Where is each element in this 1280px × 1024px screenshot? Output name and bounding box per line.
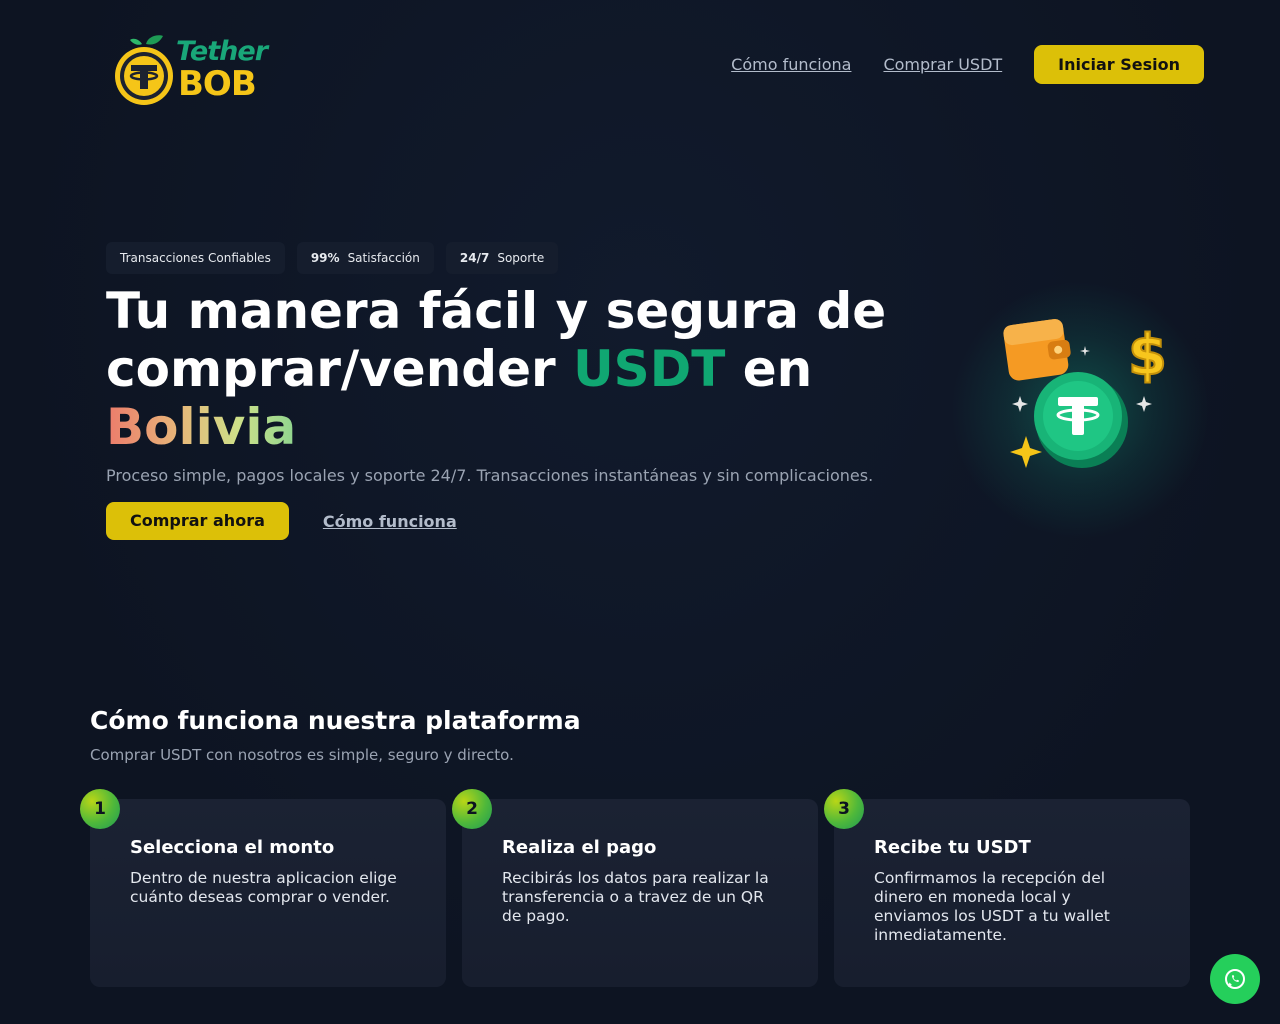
buy-now-button[interactable]: Comprar ahora [106, 502, 289, 540]
top-nav: Cómo funciona Comprar USDT Iniciar Sesio… [731, 45, 1204, 84]
tether-coin-logo-icon [115, 35, 173, 105]
whatsapp-button[interactable] [1210, 954, 1260, 1004]
brand-logo[interactable]: Tether BOB [106, 16, 268, 108]
hero-subtitle: Proceso simple, pagos locales y soporte … [106, 466, 874, 485]
hero-illustration: $ [930, 250, 1230, 550]
steps-list: 1 Selecciona el monto Dentro de nuestra … [80, 789, 1190, 987]
badge-confiables: Transacciones Confiables [106, 242, 285, 274]
nav-link-comprar-usdt[interactable]: Comprar USDT [883, 55, 1002, 74]
badge-text: Satisfacción [347, 251, 420, 265]
brand-line1: Tether [176, 36, 268, 67]
hero-title-part2: en [725, 340, 813, 398]
hero-title: Tu manera fácil y segura de comprar/vend… [106, 282, 926, 456]
step-text: Confirmamos la recepción del dinero en m… [874, 869, 1110, 944]
step-title: Selecciona el monto [130, 837, 335, 858]
badge-text: Transacciones Confiables [120, 251, 271, 265]
badge-value: 99% [310, 251, 340, 265]
step-card-3: 3 Recibe tu USDT Confirmamos la recepció… [824, 789, 1190, 987]
badge-satisfaccion: 99% Satisfacción [296, 242, 434, 274]
step-number-badge: 2 [452, 789, 492, 829]
how-section-title: Cómo funciona nuestra plataforma [90, 706, 581, 735]
wallet-tether-coin-icon: $ [1003, 318, 1168, 468]
step-card-1: 1 Selecciona el monto Dentro de nuestra … [80, 789, 446, 987]
hero-title-usdt: USDT [573, 340, 726, 398]
step-text: Recibirás los datos para realizar la tra… [502, 869, 769, 925]
brand-line2: BOB [178, 64, 257, 104]
hero-badges: Transacciones Confiables 99% Satisfacción… [106, 242, 559, 274]
how-it-works-link[interactable]: Cómo funciona [323, 512, 457, 531]
login-button[interactable]: Iniciar Sesion [1034, 45, 1204, 84]
step-title: Realiza el pago [502, 837, 657, 858]
how-section-subtitle: Comprar USDT con nosotros es simple, seg… [90, 746, 514, 764]
step-number-badge: 1 [80, 789, 120, 829]
hero-actions: Comprar ahora Cómo funciona [106, 502, 457, 540]
badge-soporte: 24/7 Soporte [445, 242, 559, 274]
svg-text:$: $ [1128, 323, 1167, 388]
whatsapp-icon [1225, 969, 1245, 989]
step-title: Recibe tu USDT [874, 837, 1031, 858]
step-card-2: 2 Realiza el pago Recibirás los datos pa… [452, 789, 818, 987]
nav-link-como-funciona[interactable]: Cómo funciona [731, 55, 851, 74]
step-number-badge: 3 [824, 789, 864, 829]
badge-text: Soporte [497, 251, 545, 265]
step-text: Dentro de nuestra aplicacion elige cuánt… [130, 869, 397, 906]
badge-value: 24/7 [459, 251, 490, 265]
site-header: Tether BOB Cómo funciona Comprar USDT In… [0, 0, 1280, 130]
hero-title-bolivia: Bolivia [106, 398, 297, 456]
